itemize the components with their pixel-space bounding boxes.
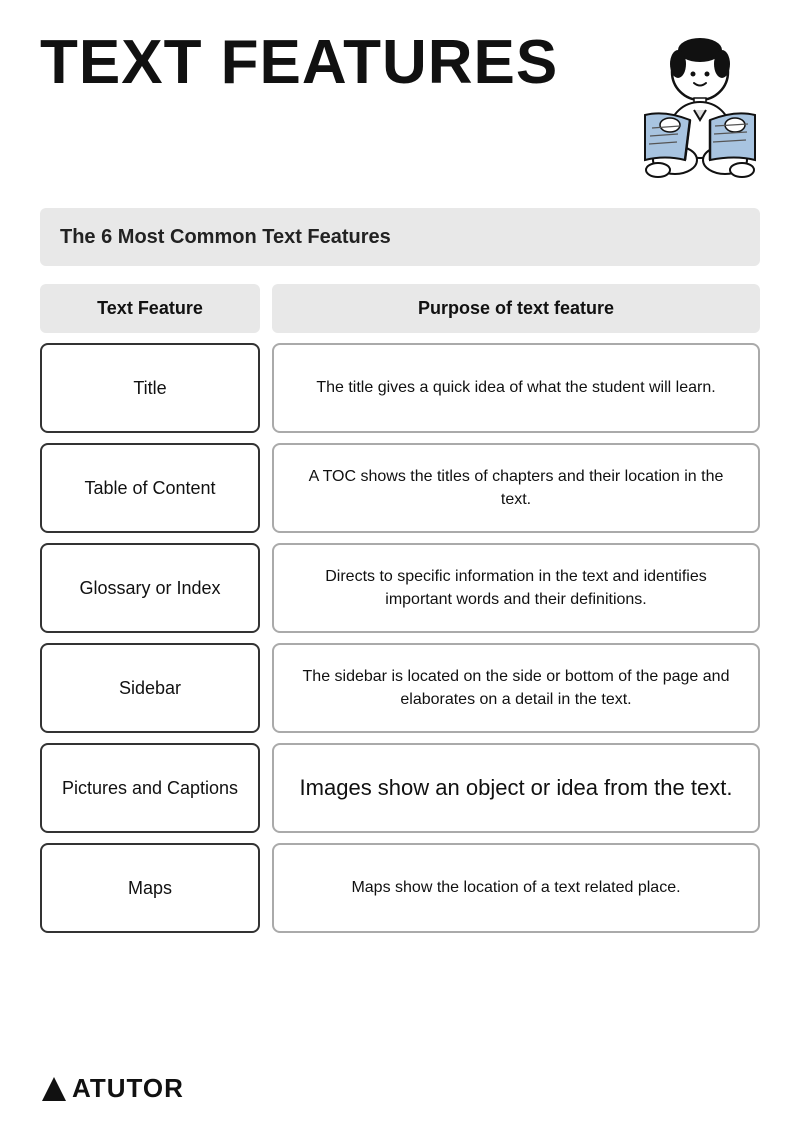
feature-cell-title: Title (40, 343, 260, 433)
table-row: Pictures and Captions Images show an obj… (40, 743, 760, 833)
table-row: Sidebar The sidebar is located on the si… (40, 643, 760, 733)
feature-cell-glossary: Glossary or Index (40, 543, 260, 633)
purpose-cell-sidebar: The sidebar is located on the side or bo… (272, 643, 760, 733)
logo-text: ATUTOR (72, 1073, 184, 1104)
subtitle-banner: The 6 Most Common Text Features (40, 208, 760, 266)
purpose-cell-toc: A TOC shows the titles of chapters and t… (272, 443, 760, 533)
purpose-cell-glossary: Directs to specific information in the t… (272, 543, 760, 633)
feature-cell-toc: Table of Content (40, 443, 260, 533)
table-row: Title The title gives a quick idea of wh… (40, 343, 760, 433)
column-header-purpose: Purpose of text feature (272, 284, 760, 333)
purpose-cell-pictures: Images show an object or idea from the t… (272, 743, 760, 833)
feature-cell-maps: Maps (40, 843, 260, 933)
feature-cell-pictures: Pictures and Captions (40, 743, 260, 833)
table-row: Table of Content A TOC shows the titles … (40, 443, 760, 533)
page-container: TEXT FEATURES (0, 0, 800, 1132)
table-section: Text Feature Purpose of text feature Tit… (40, 284, 760, 933)
header-section: TEXT FEATURES (40, 30, 760, 190)
footer-logo: ATUTOR (40, 1073, 184, 1104)
main-title: TEXT FEATURES (40, 30, 558, 95)
table-row: Glossary or Index Directs to specific in… (40, 543, 760, 633)
table-row: Maps Maps show the location of a text re… (40, 843, 760, 933)
column-header-feature: Text Feature (40, 284, 260, 333)
feature-cell-sidebar: Sidebar (40, 643, 260, 733)
table-header: Text Feature Purpose of text feature (40, 284, 760, 333)
purpose-cell-maps: Maps show the location of a text related… (272, 843, 760, 933)
purpose-cell-title: The title gives a quick idea of what the… (272, 343, 760, 433)
character-illustration (590, 20, 760, 190)
logo-icon (40, 1075, 68, 1103)
